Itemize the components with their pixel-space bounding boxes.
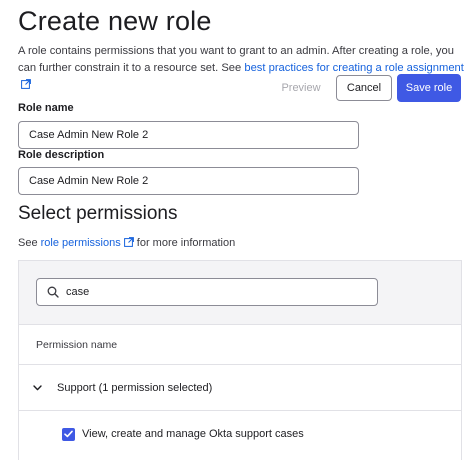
hint-prefix: See xyxy=(18,237,41,249)
column-header-label: Permission name xyxy=(36,338,118,351)
checkmark-icon xyxy=(64,430,73,438)
select-permissions-title: Select permissions xyxy=(18,203,178,224)
role-name-label: Role name xyxy=(18,102,74,114)
permission-search-input[interactable] xyxy=(66,286,356,298)
save-role-button[interactable]: Save role xyxy=(397,74,461,102)
permission-group-support[interactable]: Support (1 permission selected) xyxy=(19,365,461,411)
permission-name-column-header: Permission name xyxy=(19,325,461,365)
permission-search-band xyxy=(19,261,461,325)
permission-item-label: View, create and manage Okta support cas… xyxy=(82,428,304,440)
permission-search-box[interactable] xyxy=(36,278,378,306)
page-title: Create new role xyxy=(18,6,212,36)
role-description-input[interactable] xyxy=(18,167,359,195)
chevron-down-icon[interactable] xyxy=(29,380,45,396)
cancel-button[interactable]: Cancel xyxy=(336,75,392,101)
role-description-label: Role description xyxy=(18,149,105,161)
permission-item: View, create and manage Okta support cas… xyxy=(19,411,461,457)
role-name-input[interactable] xyxy=(18,121,359,149)
permissions-panel: Permission name Support (1 permission se… xyxy=(18,260,462,460)
role-permissions-link-label: role permissions xyxy=(40,237,121,249)
permission-checkbox[interactable] xyxy=(62,427,75,441)
role-permissions-link[interactable]: role permissions xyxy=(41,237,134,249)
hint-suffix: for more information xyxy=(133,237,236,249)
preview-button[interactable]: Preview xyxy=(272,75,330,101)
role-permissions-hint: See role permissions for more informatio… xyxy=(18,237,235,249)
external-link-icon xyxy=(21,79,31,89)
external-link-icon xyxy=(123,237,134,247)
search-icon xyxy=(47,286,59,298)
best-practices-link-label: best practices for creating a role assig… xyxy=(244,62,464,74)
permission-group-label: Support (1 permission selected) xyxy=(57,381,213,394)
